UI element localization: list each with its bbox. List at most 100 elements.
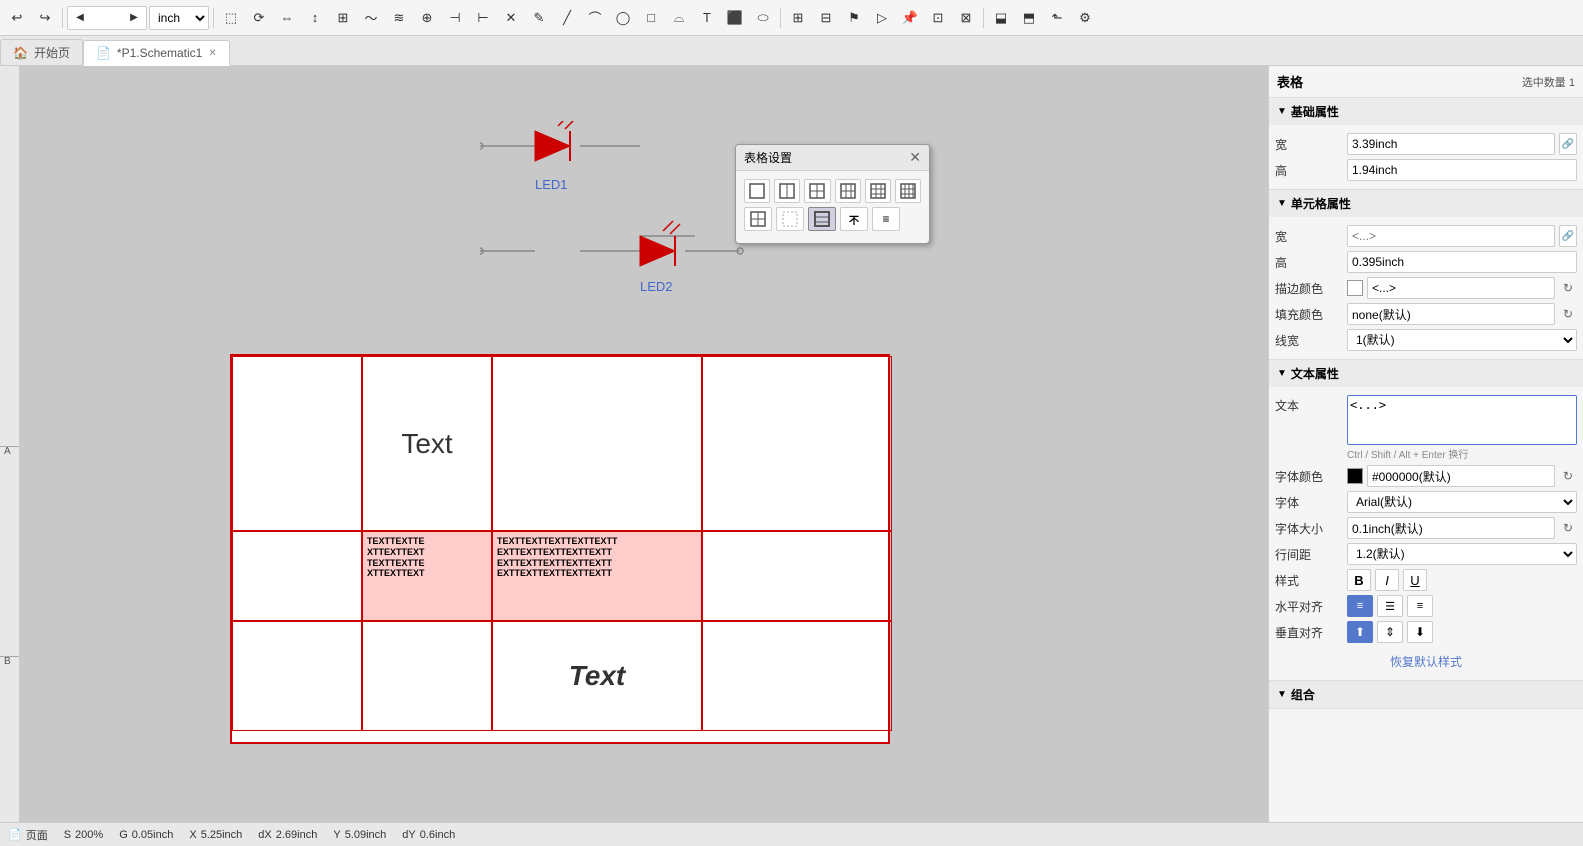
- grid-icon-3x3[interactable]: [865, 179, 891, 203]
- cell-text-0-1: Text: [401, 428, 452, 460]
- border-outer-btn[interactable]: [808, 207, 836, 231]
- group-section-title[interactable]: ▼ 组合: [1269, 681, 1583, 708]
- font-size-refresh[interactable]: ↻: [1559, 517, 1577, 539]
- text-btn[interactable]: T: [694, 5, 720, 31]
- arc2-btn[interactable]: ⌓: [666, 5, 692, 31]
- right-panel: 表格 选中数量 1 ▼ 基础属性 宽 3.39inch 🔗 高: [1268, 66, 1583, 822]
- undo-btn[interactable]: ↩: [4, 5, 30, 31]
- grid-icon-2x2[interactable]: [804, 179, 830, 203]
- rotate-btn[interactable]: ⟳: [246, 5, 272, 31]
- align-top-btn[interactable]: 不: [840, 207, 868, 231]
- table-cell-0-1[interactable]: Text: [362, 356, 492, 531]
- align-btn[interactable]: ⊞: [330, 5, 356, 31]
- font-color-refresh[interactable]: ↻: [1559, 465, 1577, 487]
- unit-select[interactable]: inch mm mil: [149, 6, 209, 30]
- pin-btn[interactable]: 📌: [897, 5, 923, 31]
- unit-width-input[interactable]: [1347, 225, 1555, 247]
- table-cell-0-0[interactable]: [232, 356, 362, 531]
- unit-fill-color-refresh[interactable]: ↻: [1559, 303, 1577, 325]
- grid-icon-2x3[interactable]: [835, 179, 861, 203]
- table-cell-2-3[interactable]: [702, 621, 892, 731]
- unit-height-value: 0.395inch: [1347, 251, 1577, 273]
- tab-schema1[interactable]: 📄 *P1.Schematic1 ✕: [83, 40, 230, 66]
- bom-btn[interactable]: ⬑: [1044, 5, 1070, 31]
- line-height-select[interactable]: 1.2(默认) 1.5 2.0: [1347, 543, 1577, 565]
- export-btn[interactable]: ⊟: [813, 5, 839, 31]
- v-align-top-btn[interactable]: ⬆: [1347, 621, 1373, 643]
- v-align-middle-btn[interactable]: ⇕: [1377, 621, 1403, 643]
- rect-btn[interactable]: □: [638, 5, 664, 31]
- ellipse-btn[interactable]: ⬭: [750, 5, 776, 31]
- align-center-btn[interactable]: ≡: [872, 207, 900, 231]
- table-cell-1-0[interactable]: [232, 531, 362, 621]
- link-width-icon[interactable]: 🔗: [1559, 133, 1577, 155]
- run-btn[interactable]: ▷: [869, 5, 895, 31]
- font-family-select[interactable]: Arial(默认) 宋体 微软雅黑: [1347, 491, 1577, 513]
- section-basic-title[interactable]: ▼ 基础属性: [1269, 98, 1583, 125]
- unit-link-icon[interactable]: 🔗: [1559, 225, 1577, 247]
- table-cell-2-0[interactable]: [232, 621, 362, 731]
- canvas-area[interactable]: LED1 LED2 Text: [20, 66, 1268, 822]
- border-all-svg: [750, 211, 766, 227]
- select-btn[interactable]: ⬚: [218, 5, 244, 31]
- italic-btn[interactable]: I: [1375, 569, 1399, 591]
- probe-btn[interactable]: ✎: [526, 5, 552, 31]
- section-text-title[interactable]: ▼ 文本属性: [1269, 360, 1583, 387]
- font-color-swatch[interactable]: [1347, 468, 1363, 484]
- grid-icon-1x2[interactable]: [774, 179, 800, 203]
- unit-linewidth-select[interactable]: 1(默认) 2 3: [1347, 329, 1577, 351]
- font-family-label: 字体: [1275, 494, 1343, 511]
- unit-border-color-swatch[interactable]: [1347, 280, 1363, 296]
- table-cell-1-1[interactable]: TEXTTEXTTEXTTEXTTEXTTEXTTEXTTEXTTEXTTEXT: [362, 531, 492, 621]
- tab-home[interactable]: 🏠 开始页: [0, 39, 83, 65]
- table-cell-0-2[interactable]: [492, 356, 702, 531]
- h-align-right-btn[interactable]: ≡: [1407, 595, 1433, 617]
- table-cell-2-1[interactable]: [362, 621, 492, 731]
- table-cell-1-2[interactable]: TEXTTEXTTEXTTEXTTEXTTEXTTEXTTEXTTEXTTEXT…: [492, 531, 702, 621]
- grid-icon-1x1[interactable]: [744, 179, 770, 203]
- h-align-center-btn[interactable]: ☰: [1377, 595, 1403, 617]
- restore-default-btn[interactable]: 恢复默认样式: [1275, 647, 1577, 676]
- unit-border-color-refresh[interactable]: ↻: [1559, 277, 1577, 299]
- zoom-decrease-btn[interactable]: ◀: [72, 10, 88, 26]
- junction-btn[interactable]: ⊕: [414, 5, 440, 31]
- zoom-increase-btn[interactable]: ▶: [126, 10, 142, 26]
- dialog-close-btn[interactable]: ✕: [909, 149, 921, 166]
- unit-border-color-label: 描边颜色: [1275, 280, 1343, 297]
- bold-btn[interactable]: B: [1347, 569, 1371, 591]
- zoom-input[interactable]: 0.05: [90, 11, 124, 25]
- unit-fill-color-text: none(默认): [1352, 306, 1411, 323]
- border-none-btn[interactable]: [776, 207, 804, 231]
- v-align-bottom-btn[interactable]: ⬇: [1407, 621, 1433, 643]
- curve-btn[interactable]: ⌒: [582, 5, 608, 31]
- pcb-btn[interactable]: ⊠: [953, 5, 979, 31]
- import-btn[interactable]: ⬓: [988, 5, 1014, 31]
- h-align-left-btn[interactable]: ≡: [1347, 595, 1373, 617]
- check-btn[interactable]: ⚑: [841, 5, 867, 31]
- circle-btn[interactable]: ◯: [610, 5, 636, 31]
- table-cell-2-2[interactable]: Text: [492, 621, 702, 731]
- section-unit-title[interactable]: ▼ 单元格属性: [1269, 190, 1583, 217]
- component-btn[interactable]: ⊡: [925, 5, 951, 31]
- net-label-btn[interactable]: ⊣: [442, 5, 468, 31]
- no-connect-btn[interactable]: ✕: [498, 5, 524, 31]
- table-cell-0-3[interactable]: [702, 356, 892, 531]
- canvas-table[interactable]: Text TEXTTEXTTEXTTEXTTEXTTEXTTEXTTEXTTEX…: [230, 354, 890, 744]
- netlist-btn[interactable]: ⊞: [785, 5, 811, 31]
- text-textarea[interactable]: <...>: [1347, 395, 1577, 445]
- image-btn[interactable]: ⬛: [722, 5, 748, 31]
- grid-icon-3x4[interactable]: [895, 179, 921, 203]
- flip-btn[interactable]: ↕: [302, 5, 328, 31]
- underline-btn[interactable]: U: [1403, 569, 1427, 591]
- mirror-btn[interactable]: ⇔: [274, 5, 300, 31]
- table-cell-1-3[interactable]: [702, 531, 892, 621]
- line-btn[interactable]: ╱: [554, 5, 580, 31]
- power-port-btn[interactable]: ⊢: [470, 5, 496, 31]
- border-all-btn[interactable]: [744, 207, 772, 231]
- redo-btn[interactable]: ↪: [32, 5, 58, 31]
- tab-close-icon[interactable]: ✕: [208, 48, 216, 59]
- settings-btn[interactable]: ⚙: [1072, 5, 1098, 31]
- bus-btn[interactable]: ≋: [386, 5, 412, 31]
- wire-btn[interactable]: 〜: [358, 5, 384, 31]
- export2-btn[interactable]: ⬒: [1016, 5, 1042, 31]
